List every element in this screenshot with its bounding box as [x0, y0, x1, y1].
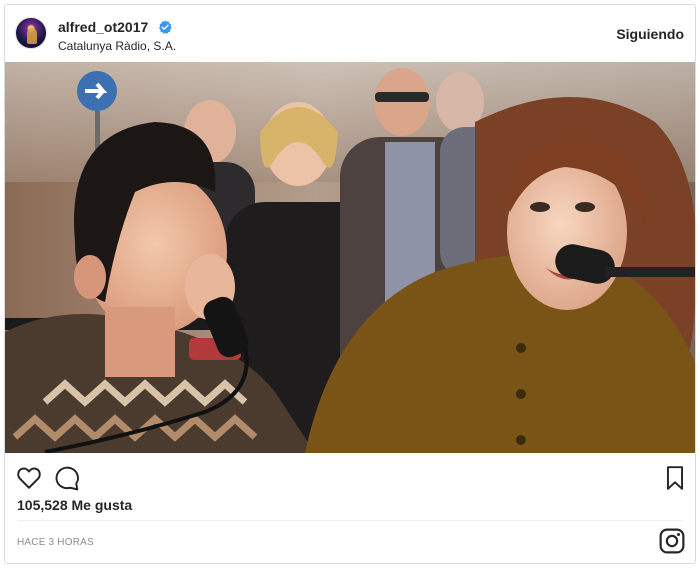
instagram-icon[interactable]: [659, 528, 685, 554]
post-photo[interactable]: [5, 62, 695, 453]
like-count[interactable]: 105,528 Me gusta: [17, 497, 132, 513]
footer-divider: [17, 520, 683, 521]
heart-icon[interactable]: [16, 465, 42, 491]
post-timestamp[interactable]: HACE 3 HORAS: [17, 537, 94, 548]
comment-icon[interactable]: [54, 465, 80, 491]
following-button[interactable]: Siguiendo: [616, 26, 684, 42]
post-actions: [5, 453, 695, 499]
avatar[interactable]: [15, 17, 47, 49]
location-link[interactable]: Catalunya Ràdio, S.A.: [58, 39, 176, 53]
verified-badge-icon: [159, 20, 172, 34]
post-header: alfred_ot2017 Catalunya Ràdio, S.A. Sigu…: [5, 5, 695, 62]
bookmark-icon[interactable]: [662, 465, 688, 491]
username[interactable]: alfred_ot2017: [58, 19, 148, 35]
instagram-post: alfred_ot2017 Catalunya Ràdio, S.A. Sigu…: [4, 4, 696, 564]
post-photo-image: [5, 62, 695, 453]
